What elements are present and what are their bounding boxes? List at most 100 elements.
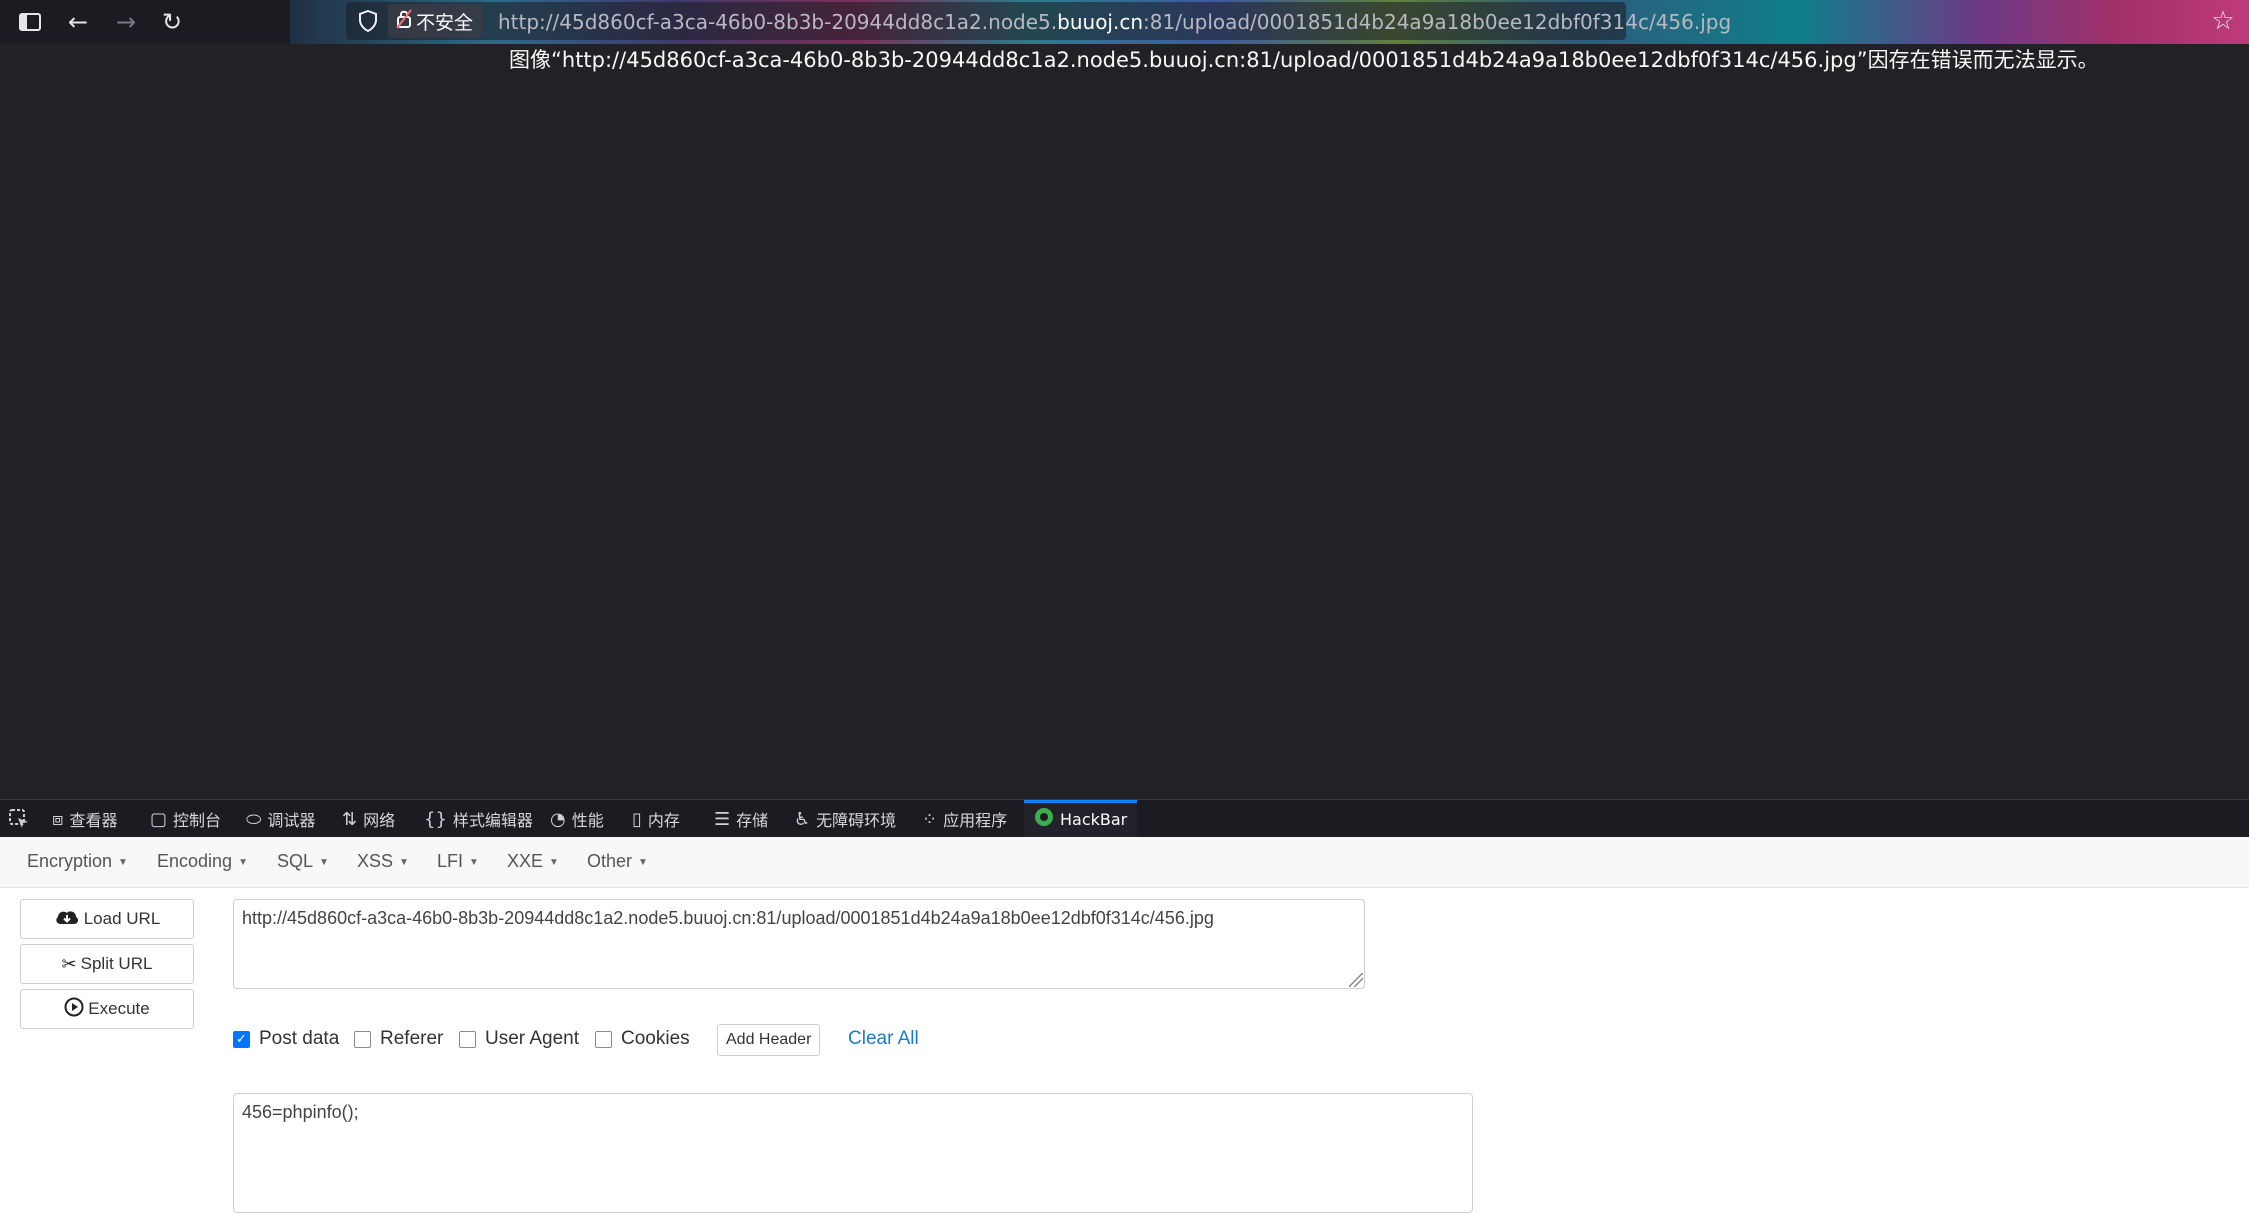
load-url-label: Load URL [83,909,161,928]
caret-down-icon: ▼ [549,857,559,868]
load-url-button[interactable]: Load URL [20,899,194,939]
menu-label: Encoding [157,851,233,871]
user-agent-label: User Agent [485,1028,579,1049]
insecure-lock-icon [396,8,412,34]
caret-down-icon: ▼ [399,857,409,868]
tab-label: 查看器 [69,811,118,830]
menu-other[interactable]: Other ▼ [587,851,648,872]
menu-label: Encryption [27,851,113,871]
tab-label: 应用程序 [943,811,1008,830]
insecure-label: 不安全 [416,11,474,34]
page-content: 图像“http://45d860cf-a3ca-46b0-8b3b-20944d… [0,44,2249,799]
element-picker-icon[interactable] [8,800,30,838]
resize-handle-icon[interactable] [1349,973,1363,987]
menu-encryption[interactable]: Encryption ▼ [27,851,128,872]
menu-label: Other [587,851,633,871]
hackbar-panel: Encryption ▼ Encoding ▼ SQL ▼ XSS ▼ LFI ▼ XXE… [0,837,2249,1213]
browser-toolbar: ← → ↻ 不安全 http://45d860cf-a3ca-46b0-8b3b… [0,0,2249,44]
cloud-download-icon [54,908,80,931]
menu-xss[interactable]: XSS ▼ [357,851,409,872]
execute-button[interactable]: Execute [20,989,194,1029]
menu-label: XSS [357,851,394,871]
menu-xxe[interactable]: XXE ▼ [507,851,559,872]
menu-sql[interactable]: SQL ▼ [277,851,329,872]
url-input[interactable]: http://45d860cf-a3ca-46b0-8b3b-20944dd8c… [233,899,1365,989]
tab-application[interactable]: ⁘ 应用程序 [922,800,1007,838]
back-icon[interactable]: ← [62,6,94,38]
post-data-checkbox[interactable]: ✓ [233,1030,250,1048]
menu-label: LFI [437,851,464,871]
url-prefix: http://45d860cf-a3ca-46b0-8b3b-20944dd8c… [498,10,1058,34]
tab-style-editor[interactable]: {} 样式编辑器 [424,800,533,838]
tab-label: 调试器 [267,811,316,830]
tab-network[interactable]: ⇅ 网络 [342,800,395,838]
caret-down-icon: ▼ [118,857,128,868]
console-icon: ▢ [150,808,168,830]
execute-label: Execute [88,999,150,1018]
post-data-option[interactable]: ✓ Post data [233,1027,339,1051]
hackbar-icon [1034,807,1054,832]
caret-down-icon: ▼ [319,857,329,868]
referer-checkbox[interactable] [354,1030,371,1048]
tab-label: 网络 [363,811,396,830]
devtools-tab-strip: ⧈ 查看器 ▢ 控制台 ⬭ 调试器 ⇅ 网络 {} 样式编辑器 ◔ 性能 ▯ 内存 ☰ 存储 ♿… [0,799,2249,838]
application-icon: ⁘ [922,808,938,830]
caret-down-icon: ▼ [469,857,479,868]
cookies-checkbox[interactable] [595,1030,612,1048]
tab-accessibility[interactable]: ♿ 无障碍环境 [794,800,896,838]
referer-label: Referer [380,1028,444,1049]
tab-label: 性能 [571,811,604,830]
inspector-icon: ⧈ [52,808,64,830]
tab-label: 存储 [736,811,769,830]
accessibility-icon: ♿ [794,808,811,830]
tab-console[interactable]: ▢ 控制台 [150,800,221,838]
user-agent-option[interactable]: User Agent [459,1027,579,1051]
scissors-icon: ✂ [61,953,77,974]
insecure-badge[interactable]: 不安全 [388,4,484,38]
split-url-button[interactable]: ✂ Split URL [20,944,194,984]
tab-label: 控制台 [173,811,222,830]
forward-icon[interactable]: → [110,6,142,38]
network-icon: ⇅ [342,808,358,830]
referer-option[interactable]: Referer [354,1027,443,1051]
tab-storage[interactable]: ☰ 存储 [714,800,768,838]
image-error-message: 图像“http://45d860cf-a3ca-46b0-8b3b-20944d… [509,48,2099,72]
post-data-label: Post data [259,1028,340,1049]
storage-icon: ☰ [714,808,731,830]
add-header-button[interactable]: Add Header [717,1024,821,1056]
tab-label: 无障碍环境 [816,811,897,830]
menu-label: SQL [277,851,314,871]
tab-hackbar[interactable]: HackBar [1024,800,1138,838]
clear-all-link[interactable]: Clear All [848,1027,919,1051]
menu-label: XXE [507,851,544,871]
hackbar-menu: Encryption ▼ Encoding ▼ SQL ▼ XSS ▼ LFI ▼ XXE… [0,837,2249,888]
cookies-label: Cookies [621,1028,690,1049]
tab-label: 样式编辑器 [452,811,533,830]
url-text[interactable]: http://45d860cf-a3ca-46b0-8b3b-20944dd8c… [498,6,1731,38]
split-url-label: Split URL [80,954,153,973]
tab-performance[interactable]: ◔ 性能 [550,800,604,838]
caret-down-icon: ▼ [238,857,248,868]
tab-label: HackBar [1060,809,1128,829]
debugger-icon: ⬭ [246,808,262,830]
caret-down-icon: ▼ [638,857,648,868]
cookies-option[interactable]: Cookies [595,1027,690,1051]
performance-icon: ◔ [550,808,566,830]
memory-icon: ▯ [632,808,642,830]
play-circle-icon [64,997,84,1022]
menu-encoding[interactable]: Encoding ▼ [157,851,248,872]
tab-label: 内存 [647,811,680,830]
post-data-input[interactable]: 456=phpinfo(); [233,1093,1473,1213]
shield-icon[interactable] [352,5,384,37]
reload-icon[interactable]: ↻ [156,6,188,38]
tab-memory[interactable]: ▯ 内存 [632,800,680,838]
url-suffix: :81/upload/0001851d4b24a9a18b0ee12dbf0f3… [1143,10,1732,34]
user-agent-checkbox[interactable] [459,1030,476,1048]
sidebar-icon[interactable] [14,6,46,38]
tab-debugger[interactable]: ⬭ 调试器 [246,800,315,838]
url-domain: buuoj.cn [1057,10,1144,34]
style-editor-icon: {} [424,808,447,830]
tab-inspector[interactable]: ⧈ 查看器 [52,800,117,838]
bookmark-star-icon[interactable]: ☆ [2206,4,2240,38]
menu-lfi[interactable]: LFI ▼ [437,851,479,872]
